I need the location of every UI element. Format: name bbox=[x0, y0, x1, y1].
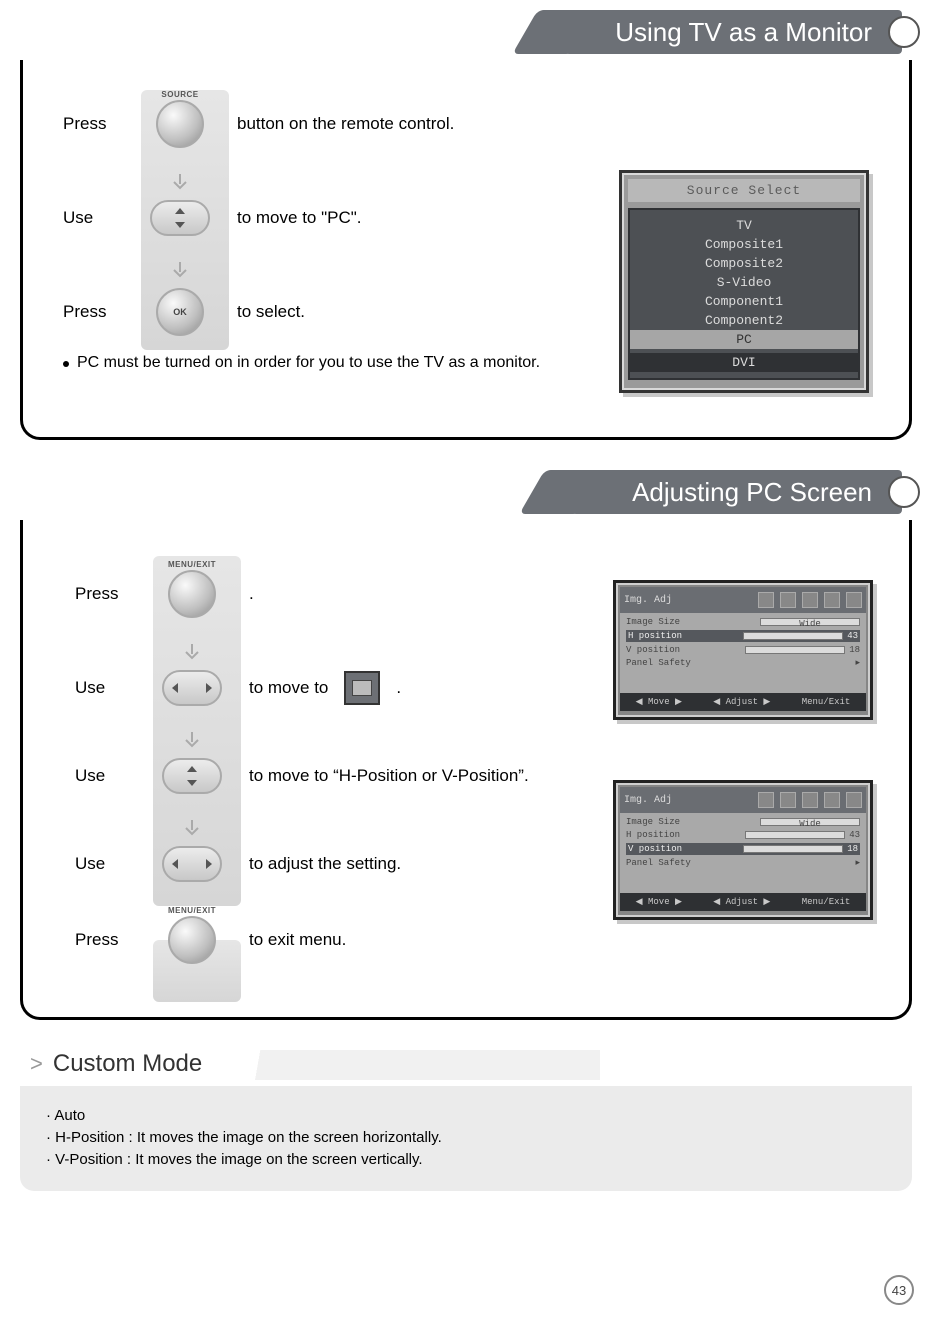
custom-mode-box: Auto H-Position : It moves the image on … bbox=[20, 1086, 912, 1191]
custom-mode-title: Custom Mode bbox=[53, 1050, 202, 1078]
step-label: Use bbox=[75, 854, 135, 874]
step-label: Use bbox=[75, 766, 135, 786]
panel-1: Press button on the remote control. Use … bbox=[20, 60, 912, 440]
step-label: Press bbox=[75, 930, 135, 950]
osd-img-adj-2: Img. AdjImage SizeWideH position43V posi… bbox=[613, 780, 873, 920]
left-right-button-icon bbox=[162, 846, 222, 882]
step-1-1: Press button on the remote control. bbox=[63, 100, 879, 148]
step-after: . bbox=[249, 584, 254, 604]
arrow-down-icon bbox=[182, 640, 202, 664]
section-header-1: Using TV as a Monitor bbox=[0, 10, 932, 60]
header-dot-icon bbox=[888, 476, 920, 508]
osd-source-item: PC bbox=[630, 330, 858, 349]
note-text: PC must be turned on in order for you to… bbox=[77, 354, 540, 372]
step-after: to exit menu. bbox=[249, 930, 346, 950]
arrow-down-icon bbox=[182, 728, 202, 752]
step-label: Press bbox=[63, 114, 123, 134]
arrow-down-icon bbox=[182, 816, 202, 840]
header-dot-icon bbox=[888, 16, 920, 48]
header-tab-1: Using TV as a Monitor bbox=[565, 10, 902, 54]
page-number: 43 bbox=[884, 1275, 914, 1305]
step-after-b: . bbox=[396, 678, 401, 698]
custom-line-3: V-Position : It moves the image on the s… bbox=[46, 1151, 892, 1168]
step-label: Press bbox=[75, 584, 135, 604]
left-right-button-icon bbox=[162, 670, 222, 706]
osd-source-select: Source Select TVComposite1Composite2S-Vi… bbox=[619, 170, 869, 393]
source-button-icon bbox=[156, 100, 204, 148]
osd-source-item: Composite2 bbox=[630, 254, 858, 273]
arrow-down-icon bbox=[170, 170, 190, 194]
custom-line-1: Auto bbox=[46, 1107, 892, 1124]
step-after: to adjust the setting. bbox=[249, 854, 401, 874]
step-label: Use bbox=[63, 208, 123, 228]
ok-button-icon bbox=[156, 288, 204, 336]
osd-source-item: Component2 bbox=[630, 311, 858, 330]
custom-line-2: H-Position : It moves the image on the s… bbox=[46, 1129, 892, 1146]
arrow-down-icon bbox=[170, 258, 190, 282]
bullet-icon bbox=[63, 361, 69, 367]
section-header-2: Adjusting PC Screen bbox=[0, 470, 932, 520]
osd-source-item: S-Video bbox=[630, 273, 858, 292]
step-after: to select. bbox=[237, 302, 305, 322]
header-decoration bbox=[240, 1050, 600, 1080]
step-label: Use bbox=[75, 678, 135, 698]
img-adj-icon bbox=[344, 671, 380, 705]
step-label: Press bbox=[63, 302, 123, 322]
osd-title: Source Select bbox=[628, 179, 860, 202]
osd-img-adj-1: Img. AdjImage SizeWideH position43V posi… bbox=[613, 580, 873, 720]
osd-source-list: TVComposite1Composite2S-VideoComponent1C… bbox=[628, 208, 860, 380]
up-down-button-icon bbox=[162, 758, 222, 794]
header-title-1: Using TV as a Monitor bbox=[615, 17, 872, 48]
step-after-a: to move to bbox=[249, 678, 328, 698]
osd-source-item: Component1 bbox=[630, 292, 858, 311]
step-2-5: Press to exit menu. bbox=[75, 916, 879, 964]
custom-mode-header: > Custom Mode bbox=[30, 1050, 932, 1078]
header-title-2: Adjusting PC Screen bbox=[632, 477, 872, 508]
osd-source-item: DVI bbox=[630, 353, 858, 372]
header-tab-2: Adjusting PC Screen bbox=[572, 470, 902, 514]
step-after: to move to “H-Position or V-Position”. bbox=[249, 766, 529, 786]
chevron-right-icon: > bbox=[30, 1051, 43, 1077]
step-after: button on the remote control. bbox=[237, 114, 454, 134]
panel-2: Press . Use to move to . Use to move to … bbox=[20, 520, 912, 1020]
osd-source-item: TV bbox=[630, 216, 858, 235]
osd-source-item: Composite1 bbox=[630, 235, 858, 254]
up-down-button-icon bbox=[150, 200, 210, 236]
menu-exit-button-icon bbox=[168, 916, 216, 964]
menu-exit-button-icon bbox=[168, 570, 216, 618]
step-after: to move to "PC". bbox=[237, 208, 362, 228]
